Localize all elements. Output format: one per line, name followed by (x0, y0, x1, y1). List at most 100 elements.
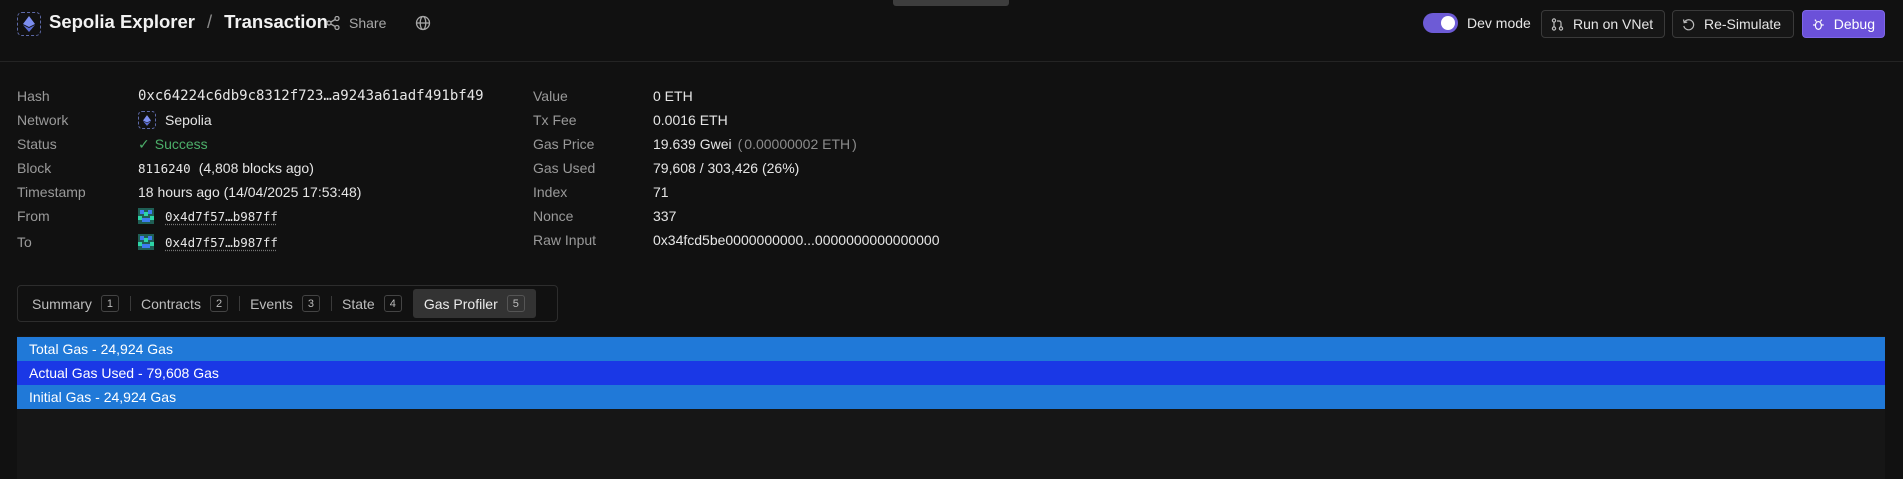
from-avatar-icon (138, 208, 154, 224)
app-title[interactable]: Sepolia Explorer (49, 11, 195, 33)
dev-mode-label: Dev mode (1467, 15, 1531, 31)
tab-state-count: 4 (383, 295, 402, 312)
rawinput-value[interactable]: 0x34fcd5be0000000000...0000000000000000 (653, 232, 940, 248)
tab-summary-label: Summary (32, 295, 92, 312)
hash-value[interactable]: 0xc64224c6db9c8312f723…a9243a61adf491bf4… (138, 88, 484, 104)
tab-events-label: Events (250, 295, 293, 312)
share-button[interactable]: Share (326, 15, 386, 31)
title-separator: / (207, 11, 213, 32)
value-row: Value 0 ETH (533, 86, 693, 106)
ethereum-network-icon (138, 111, 156, 129)
network-value-group: Sepolia (138, 111, 212, 129)
share-icon (326, 16, 340, 30)
tab-events-count: 3 (301, 295, 321, 312)
gasprice-label: Gas Price (533, 136, 595, 152)
nonce-value: 337 (653, 208, 677, 224)
tab-state-label: State (342, 295, 375, 312)
index-row: Index 71 (533, 182, 669, 202)
bug-icon (1812, 18, 1824, 30)
from-address[interactable]: 0x4d7f57…b987ff (165, 209, 278, 224)
refresh-icon (1682, 18, 1695, 30)
debug-label: Debug (1833, 16, 1875, 32)
network-value: Sepolia (165, 112, 212, 128)
header: Sepolia Explorer / Transaction Share Dev… (0, 0, 1903, 62)
run-on-vnet-label: Run on VNet (1573, 16, 1654, 32)
tab-contracts-label: Contracts (141, 295, 201, 312)
tab-state[interactable]: State 4 (331, 289, 413, 318)
tab-gas-profiler-count: 5 (506, 295, 525, 312)
timestamp-row: Timestamp 18 hours ago (14/04/2025 17:53… (17, 182, 361, 202)
status-value: Success (154, 136, 208, 152)
globe-icon[interactable] (415, 15, 431, 31)
fork-icon (1551, 17, 1564, 31)
gas-bar-total-label: Total Gas - 24,924 Gas (29, 341, 173, 357)
index-label: Index (533, 184, 568, 200)
share-label: Share (349, 15, 387, 31)
dev-mode-control: Dev mode (1423, 13, 1531, 33)
tab-summary-count: 1 (100, 295, 120, 312)
to-avatar-icon (138, 234, 154, 250)
txfee-row: Tx Fee 0.0016 ETH (533, 110, 728, 130)
to-value-group: 0x4d7f57…b987ff (138, 234, 278, 250)
gasprice-value: 19.639 Gwei (653, 136, 732, 152)
to-address[interactable]: 0x4d7f57…b987ff (165, 235, 278, 250)
block-row: Block 8116240 (4,808 blocks ago) (17, 158, 314, 178)
gasused-value: 79,608 / 303,426 (26%) (653, 160, 800, 176)
gasprice-paren-open: ( (737, 136, 743, 152)
txfee-label: Tx Fee (533, 112, 577, 128)
from-value-group: 0x4d7f57…b987ff (138, 208, 278, 224)
transaction-title: Transaction (224, 11, 328, 32)
tab-contracts-count: 2 (209, 295, 229, 312)
gas-bar-initial-label: Initial Gas - 24,924 Gas (29, 389, 177, 405)
tab-summary[interactable]: Summary 1 (21, 289, 132, 318)
value-label: Value (533, 88, 568, 104)
transaction-tabs: Summary 1 Contracts 2 Events 3 State 4 G… (17, 285, 558, 322)
gasused-label: Gas Used (533, 160, 596, 176)
tab-gas-profiler-label: Gas Profiler (423, 295, 498, 312)
timestamp-value: 18 hours ago (14/04/2025 17:53:48) (138, 184, 362, 200)
to-label: To (17, 234, 32, 250)
timestamp-label: Timestamp (17, 184, 86, 200)
rawinput-row: Raw Input 0x34fcd5be0000000000...0000000… (533, 230, 940, 250)
block-value-group: 8116240 (4,808 blocks ago) (138, 160, 314, 176)
nonce-row: Nonce 337 (533, 206, 676, 226)
from-label: From (17, 208, 50, 224)
status-label: Status (17, 136, 57, 152)
gasprice-paren-close: ) (852, 136, 857, 152)
index-value: 71 (653, 184, 669, 200)
hash-label: Hash (17, 88, 50, 104)
tab-contracts[interactable]: Contracts 2 (130, 289, 241, 318)
gasused-row: Gas Used 79,608 / 303,426 (26%) (533, 158, 799, 178)
value-value: 0 ETH (653, 88, 693, 104)
check-icon: ✓ (138, 135, 150, 152)
resimulate-label: Re-Simulate (1704, 16, 1782, 32)
gasprice-value-group: 19.639 Gwei ( 0.00000002 ETH ) (653, 136, 857, 152)
gas-bar-initial[interactable]: Initial Gas - 24,924 Gas (17, 385, 1885, 409)
rawinput-label: Raw Input (533, 232, 597, 248)
nonce-label: Nonce (533, 208, 574, 224)
tab-events[interactable]: Events 3 (239, 289, 332, 318)
from-row: From 0x4d7f57…b987ff (17, 206, 278, 226)
txfee-value: 0.0016 ETH (653, 112, 728, 128)
run-on-vnet-button[interactable]: Run on VNet (1541, 10, 1665, 38)
gas-bar-actual-label: Actual Gas Used - 79,608 Gas (29, 365, 219, 381)
status-row: Status ✓ Success (17, 134, 208, 154)
gasprice-row: Gas Price 19.639 Gwei ( 0.00000002 ETH ) (533, 134, 857, 154)
ethereum-logo-icon (17, 12, 41, 36)
status-value-group: ✓ Success (138, 136, 208, 153)
to-row: To 0x4d7f57…b987ff (17, 232, 278, 252)
dev-mode-toggle[interactable] (1423, 13, 1458, 33)
block-label: Block (17, 160, 52, 176)
network-row: Network Sepolia (17, 110, 212, 130)
hash-row: Hash 0xc64224c6db9c8312f723…a9243a61adf4… (17, 86, 484, 106)
resimulate-button[interactable]: Re-Simulate (1672, 10, 1794, 38)
gas-bar-actual[interactable]: Actual Gas Used - 79,608 Gas (17, 361, 1885, 385)
block-ago: (4,808 blocks ago) (198, 160, 314, 176)
network-label: Network (17, 112, 69, 128)
page-title: Sepolia Explorer / Transaction (49, 11, 328, 33)
block-number[interactable]: 8116240 (138, 161, 191, 176)
gas-bar-total[interactable]: Total Gas - 24,924 Gas (17, 337, 1885, 361)
gasprice-eth: 0.00000002 ETH (744, 136, 851, 152)
debug-button[interactable]: Debug (1802, 10, 1885, 38)
tab-gas-profiler[interactable]: Gas Profiler 5 (412, 289, 536, 318)
